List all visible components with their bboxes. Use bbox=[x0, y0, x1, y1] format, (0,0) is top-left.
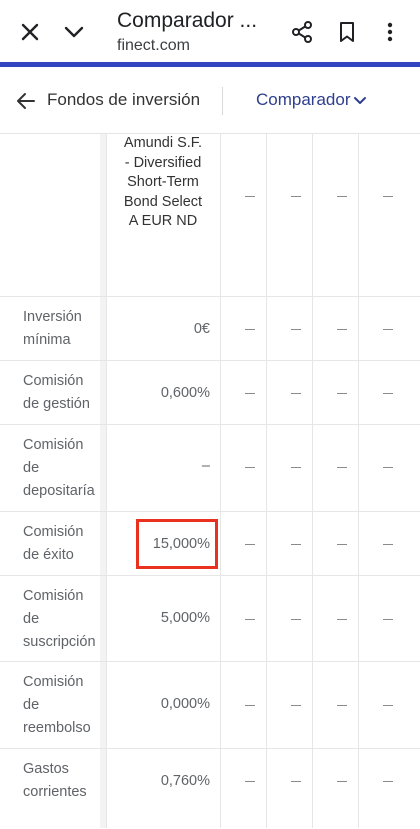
empty-cell bbox=[291, 544, 301, 545]
empty-cell bbox=[383, 544, 393, 545]
bookmark-icon[interactable] bbox=[335, 20, 359, 44]
empty-cell bbox=[337, 544, 347, 545]
row-label: Comisión de reembolso bbox=[23, 674, 91, 736]
empty-cell bbox=[383, 781, 393, 782]
row-value: 0,000% bbox=[160, 696, 210, 712]
empty-cell bbox=[245, 329, 255, 330]
empty-cell bbox=[291, 705, 301, 706]
table-row: Comisión de éxito 15,000% bbox=[0, 511, 420, 576]
empty-cell bbox=[245, 467, 255, 468]
table-row: Comisión de gestión 0,600% bbox=[0, 360, 420, 425]
page-url[interactable]: finect.com bbox=[117, 37, 190, 55]
row-value: 0,760% bbox=[160, 773, 210, 789]
row-value: 0€ bbox=[193, 321, 210, 337]
empty-cell bbox=[245, 705, 255, 706]
empty-cell bbox=[245, 781, 255, 782]
empty-cell bbox=[337, 705, 347, 706]
row-value: 15,000% bbox=[152, 536, 210, 552]
empty-cell bbox=[291, 196, 301, 197]
comparator-dropdown[interactable]: Comparador bbox=[256, 90, 351, 110]
empty-cell bbox=[245, 393, 255, 394]
row-label: Comisión de depositaría bbox=[23, 437, 95, 499]
page-title[interactable]: Comparador ... bbox=[117, 9, 257, 33]
empty-cell bbox=[337, 393, 347, 394]
empty-cell bbox=[337, 329, 347, 330]
table-row: Comisión de reembolso 0,000% bbox=[0, 661, 420, 749]
empty-cell bbox=[245, 619, 255, 620]
empty-cell bbox=[337, 467, 347, 468]
row-label: Comisión de éxito bbox=[23, 524, 84, 563]
empty-cell bbox=[337, 196, 347, 197]
arrow-back-icon[interactable] bbox=[16, 91, 36, 111]
table-row: Gastos corrientes 0,760% bbox=[0, 748, 420, 829]
empty-cell bbox=[291, 619, 301, 620]
empty-cell bbox=[383, 467, 393, 468]
row-label: Inversión mínima bbox=[23, 309, 82, 348]
site-nav: Fondos de inversión Comparador bbox=[0, 67, 420, 134]
empty-cell bbox=[383, 619, 393, 620]
nav-divider bbox=[222, 87, 223, 115]
empty-cell bbox=[383, 705, 393, 706]
browser-toolbar: Comparador ... finect.com bbox=[0, 0, 420, 62]
row-label: Gastos corrientes bbox=[23, 761, 87, 800]
chevron-down-icon[interactable] bbox=[62, 20, 86, 44]
empty-cell bbox=[291, 781, 301, 782]
empty-cell bbox=[337, 619, 347, 620]
empty-cell bbox=[337, 781, 347, 782]
table-row: Inversión mínima 0€ bbox=[0, 296, 420, 361]
share-icon[interactable] bbox=[290, 20, 314, 44]
comparison-table: Amundi S.F. - Diversified Short-Term Bon… bbox=[0, 134, 420, 828]
empty-cell bbox=[383, 196, 393, 197]
empty-cell bbox=[291, 393, 301, 394]
row-label: Comisión de suscripción bbox=[23, 588, 96, 650]
row-value: 0,600% bbox=[160, 385, 210, 401]
row-label: Comisión de gestión bbox=[23, 373, 90, 412]
more-vert-icon[interactable] bbox=[378, 20, 402, 44]
table-row: Comisión de suscripción 5,000% bbox=[0, 575, 420, 662]
fund-name-header[interactable]: Amundi S.F. - Diversified Short-Term Bon… bbox=[106, 134, 220, 232]
row-value: – bbox=[201, 458, 210, 474]
empty-cell bbox=[383, 393, 393, 394]
row-value: 5,000% bbox=[160, 610, 210, 626]
chevron-down-icon[interactable] bbox=[353, 96, 367, 106]
close-icon[interactable] bbox=[18, 20, 42, 44]
empty-cell bbox=[291, 329, 301, 330]
empty-cell bbox=[291, 467, 301, 468]
empty-cell bbox=[383, 329, 393, 330]
empty-cell bbox=[245, 196, 255, 197]
empty-cell bbox=[245, 544, 255, 545]
table-row: Comisión de depositaría – bbox=[0, 424, 420, 512]
back-link-funds[interactable]: Fondos de inversión bbox=[47, 90, 200, 110]
